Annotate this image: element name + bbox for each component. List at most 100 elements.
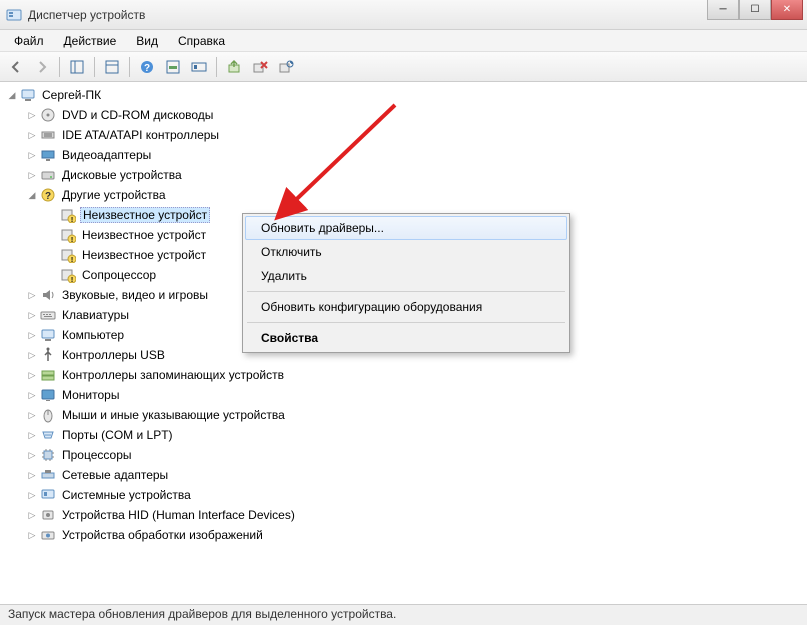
tree-item-ide[interactable]: ▷ IDE ATA/ATAPI контроллеры [24, 125, 805, 145]
menu-action[interactable]: Действие [54, 32, 127, 50]
help-button[interactable]: ? [135, 55, 159, 79]
cdrom-icon [40, 107, 56, 123]
tree-item-disk[interactable]: ▷ Дисковые устройства [24, 165, 805, 185]
forward-button[interactable] [30, 55, 54, 79]
update-driver-button[interactable] [222, 55, 246, 79]
action-button[interactable] [161, 55, 185, 79]
tree-label: Сопроцессор [80, 267, 158, 283]
tree-label: Видеоадаптеры [60, 147, 153, 163]
uninstall-button[interactable] [248, 55, 272, 79]
tree-item-monitor[interactable]: ▷ Мониторы [24, 385, 805, 405]
tree-label: Сетевые адаптеры [60, 467, 170, 483]
menu-view[interactable]: Вид [126, 32, 168, 50]
tree-item-mouse[interactable]: ▷Мыши и иные указывающие устройства [24, 405, 805, 425]
expander-icon[interactable]: ▷ [26, 429, 38, 441]
tree-item-ports[interactable]: ▷ Порты (COM и LPT) [24, 425, 805, 445]
expander-icon[interactable]: ▷ [26, 329, 38, 341]
display-adapter-icon [40, 147, 56, 163]
tree-item-storage[interactable]: ▷ Контроллеры запоминающих устройств [24, 365, 805, 385]
imaging-icon [40, 527, 56, 543]
ctx-scan-hardware[interactable]: Обновить конфигурацию оборудования [245, 295, 567, 319]
tree-label: Дисковые устройства [60, 167, 184, 183]
monitor-icon [40, 387, 56, 403]
expander-icon[interactable]: ▷ [26, 449, 38, 461]
tree-label: Мониторы [60, 387, 121, 403]
properties-button[interactable] [100, 55, 124, 79]
expander-icon[interactable]: ▷ [26, 469, 38, 481]
port-icon [40, 427, 56, 443]
view-button[interactable] [187, 55, 211, 79]
expander-icon[interactable]: ▷ [26, 349, 38, 361]
expander-icon[interactable]: ▷ [26, 389, 38, 401]
expander-icon[interactable]: ▷ [26, 289, 38, 301]
expander-icon[interactable]: ▷ [26, 149, 38, 161]
sound-icon [40, 287, 56, 303]
expander-icon[interactable]: ▷ [26, 169, 38, 181]
tree-label: Другие устройства [60, 187, 168, 203]
svg-text:?: ? [144, 63, 150, 74]
expander-icon[interactable]: ▷ [26, 369, 38, 381]
tree-label: IDE ATA/ATAPI контроллеры [60, 127, 221, 143]
expander-icon[interactable]: ◢ [6, 89, 18, 101]
scan-button[interactable] [274, 55, 298, 79]
tree-label: Системные устройства [60, 487, 193, 503]
tree-label: Процессоры [60, 447, 134, 463]
tree-label: Сергей-ПК [40, 87, 103, 103]
tree-item-cdrom[interactable]: ▷DVD и CD-ROM дисководы [24, 105, 805, 125]
tree-root[interactable]: ◢ Сергей-ПК [4, 85, 805, 105]
tree-item-cpu[interactable]: ▷ Процессоры [24, 445, 805, 465]
tree-label: Контроллеры USB [60, 347, 167, 363]
expander-icon[interactable]: ▷ [26, 309, 38, 321]
svg-text:!: ! [71, 237, 73, 243]
expander-icon[interactable]: ▷ [26, 509, 38, 521]
ctx-delete[interactable]: Удалить [245, 264, 567, 288]
expander-icon[interactable]: ▷ [26, 129, 38, 141]
expander-icon[interactable]: ▷ [26, 409, 38, 421]
ctx-separator [247, 291, 565, 292]
maximize-button[interactable]: ☐ [739, 0, 771, 20]
keyboard-icon [40, 307, 56, 323]
network-icon [40, 467, 56, 483]
tree-item-hid[interactable]: ▷ Устройства HID (Human Interface Devices… [24, 505, 805, 525]
mouse-icon [40, 407, 56, 423]
svg-text:!: ! [71, 217, 73, 223]
ctx-properties[interactable]: Свойства [245, 326, 567, 350]
spacer [46, 269, 58, 281]
expander-icon[interactable]: ▷ [26, 529, 38, 541]
menu-file[interactable]: Файл [4, 32, 54, 50]
ctx-disable[interactable]: Отключить [245, 240, 567, 264]
other-devices-icon: ? [40, 187, 56, 203]
tree-label: Клавиатуры [60, 307, 131, 323]
tree-label: Компьютер [60, 327, 126, 343]
close-button[interactable]: ✕ [771, 0, 803, 20]
expander-icon[interactable]: ◢ [26, 189, 38, 201]
tree-item-system[interactable]: ▷ Системные устройства [24, 485, 805, 505]
tree-item-other[interactable]: ◢?Другие устройства [24, 185, 805, 205]
menu-help[interactable]: Справка [168, 32, 235, 50]
ctx-update-drivers[interactable]: Обновить драйверы... [245, 216, 567, 240]
system-device-icon [40, 487, 56, 503]
tree-label: Устройства HID (Human Interface Devices) [60, 507, 297, 523]
svg-text:!: ! [71, 257, 73, 263]
show-hide-tree-button[interactable] [65, 55, 89, 79]
minimize-button[interactable]: ─ [707, 0, 739, 20]
expander-icon[interactable]: ▷ [26, 109, 38, 121]
tree-item-imaging[interactable]: ▷Устройства обработки изображений [24, 525, 805, 545]
tree-item-video[interactable]: ▷ Видеоадаптеры [24, 145, 805, 165]
title-bar: Диспетчер устройств ─ ☐ ✕ [0, 0, 807, 30]
toolbar: ? [0, 52, 807, 82]
storage-controller-icon [40, 367, 56, 383]
hid-icon [40, 507, 56, 523]
toolbar-separator [216, 57, 217, 77]
unknown-device-icon: ! [60, 247, 76, 263]
status-text: Запуск мастера обновления драйверов для … [8, 607, 396, 621]
unknown-device-icon: ! [60, 267, 76, 283]
status-bar: Запуск мастера обновления драйверов для … [0, 604, 807, 625]
window-title: Диспетчер устройств [28, 8, 145, 22]
tree-label: Порты (COM и LPT) [60, 427, 175, 443]
context-menu: Обновить драйверы... Отключить Удалить О… [242, 213, 570, 353]
back-button[interactable] [4, 55, 28, 79]
expander-icon[interactable]: ▷ [26, 489, 38, 501]
tree-item-network[interactable]: ▷ Сетевые адаптеры [24, 465, 805, 485]
tree-label: Контроллеры запоминающих устройств [60, 367, 286, 383]
